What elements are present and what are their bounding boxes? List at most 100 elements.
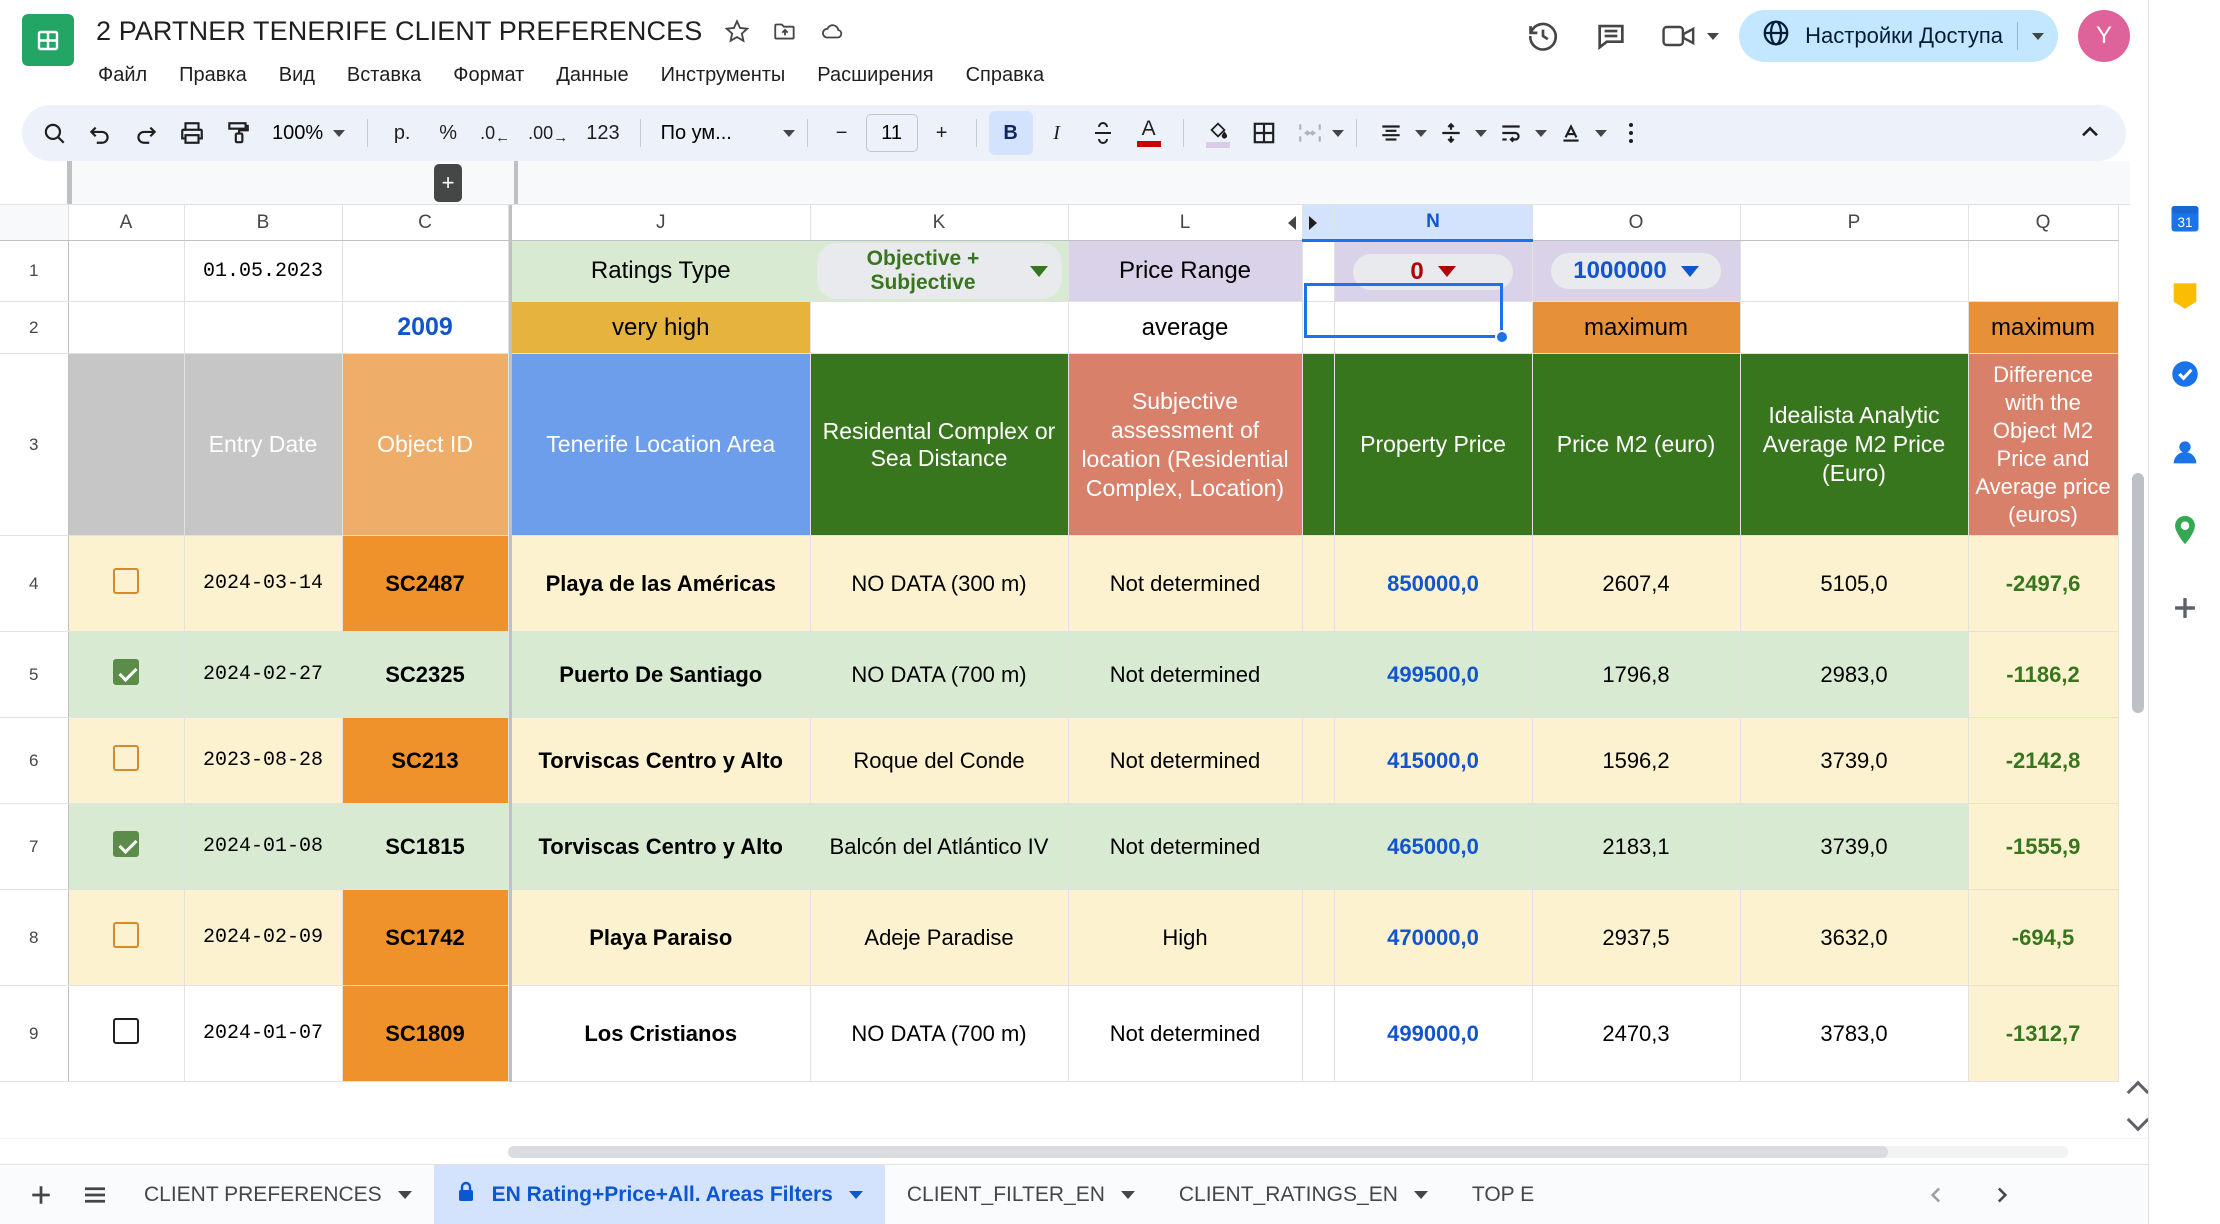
price-min-dropdown[interactable]: 0 bbox=[1353, 253, 1513, 290]
menu-item-data[interactable]: Данные bbox=[554, 62, 630, 89]
text-rotation-icon[interactable] bbox=[1549, 111, 1593, 155]
select-all-corner[interactable] bbox=[0, 205, 69, 241]
move-to-folder-icon[interactable] bbox=[772, 18, 798, 44]
row-number-3[interactable]: 3 bbox=[0, 353, 69, 536]
cell-hidden-m[interactable] bbox=[1302, 889, 1335, 986]
decrease-decimal-button[interactable]: .0 ← bbox=[472, 111, 518, 155]
print-icon[interactable] bbox=[170, 111, 214, 155]
all-sheets-icon[interactable] bbox=[68, 1168, 122, 1222]
sheet-row-2[interactable]: 2 2009 very high average maximum maximum bbox=[0, 301, 2119, 354]
col-header-b[interactable]: B bbox=[184, 205, 343, 241]
sheet-tabs[interactable]: CLIENT PREFERENCES EN Rating+Price+All. A… bbox=[122, 1164, 1556, 1224]
chevron-down-icon[interactable] bbox=[782, 129, 795, 137]
cell-difference[interactable]: -1555,9 bbox=[1968, 803, 2119, 890]
contacts-icon[interactable] bbox=[2163, 430, 2207, 474]
cell-location-area[interactable]: Torviscas Centro y Alto bbox=[512, 717, 811, 804]
cell-entry-date[interactable]: 2024-01-07 bbox=[184, 985, 343, 1082]
chevron-down-icon[interactable] bbox=[2032, 32, 2044, 40]
chevron-down-icon[interactable] bbox=[1680, 265, 1699, 277]
scroll-down-arrow-icon[interactable] bbox=[2126, 1108, 2148, 1132]
chevron-down-icon[interactable] bbox=[333, 129, 346, 137]
menu-item-tools[interactable]: Инструменты bbox=[659, 62, 788, 89]
avatar[interactable]: Y bbox=[2078, 10, 2130, 62]
increase-font-size-button[interactable]: + bbox=[920, 111, 964, 155]
add-apps-icon[interactable] bbox=[2163, 586, 2207, 630]
percent-format-button[interactable]: % bbox=[426, 111, 470, 155]
cell-hidden-m[interactable] bbox=[1302, 803, 1335, 890]
cell-idealista-avg[interactable]: 5105,0 bbox=[1740, 535, 1969, 632]
cell-checkbox[interactable] bbox=[68, 631, 185, 718]
header-residental-complex[interactable]: Residental Complex or Sea Distance bbox=[810, 353, 1069, 536]
cell-entry-date[interactable]: 2024-03-14 bbox=[184, 535, 343, 632]
row-number-2[interactable]: 2 bbox=[0, 301, 69, 354]
col-header-j[interactable]: J bbox=[512, 205, 811, 241]
chevron-down-icon[interactable] bbox=[848, 1190, 863, 1199]
font-size-input[interactable]: 11 bbox=[865, 114, 918, 152]
cell-checkbox[interactable] bbox=[68, 985, 185, 1082]
cell-checkbox[interactable] bbox=[68, 717, 185, 804]
cell-checkbox[interactable] bbox=[68, 535, 185, 632]
cell-object-id[interactable]: SC2487 bbox=[342, 535, 509, 632]
vertical-scroll-thumb[interactable] bbox=[2132, 473, 2144, 713]
cell-residental-complex[interactable]: NO DATA (700 m) bbox=[810, 631, 1069, 718]
tasks-icon[interactable] bbox=[2163, 352, 2207, 396]
cell-property-price[interactable]: 850000,0 bbox=[1334, 535, 1533, 632]
keep-icon[interactable] bbox=[2163, 274, 2207, 318]
cloud-saved-icon[interactable] bbox=[820, 18, 846, 44]
cell-idealista-avg[interactable]: 3739,0 bbox=[1740, 803, 1969, 890]
cell-idealista-avg[interactable]: 2983,0 bbox=[1740, 631, 1969, 718]
strikethrough-icon[interactable] bbox=[1081, 111, 1125, 155]
cell-hidden-m[interactable] bbox=[1302, 631, 1335, 718]
vertical-align-icon[interactable] bbox=[1429, 111, 1473, 155]
cell-price-m2[interactable]: 2183,1 bbox=[1532, 803, 1741, 890]
horizontal-align-icon[interactable] bbox=[1369, 111, 1413, 155]
cell-object-id[interactable]: SC213 bbox=[342, 717, 509, 804]
cell-residental-complex[interactable]: NO DATA (300 m) bbox=[810, 535, 1069, 632]
cell-object-id[interactable]: SC2325 bbox=[342, 631, 509, 718]
cell-hidden-m[interactable] bbox=[1302, 535, 1335, 632]
cell-property-price[interactable]: 465000,0 bbox=[1334, 803, 1533, 890]
zoom-control[interactable]: 100% bbox=[262, 122, 355, 145]
cell-entry-date[interactable]: 2024-01-08 bbox=[184, 803, 343, 890]
maps-icon[interactable] bbox=[2163, 508, 2207, 552]
cell-c2-year[interactable]: 2009 bbox=[342, 301, 509, 354]
vertical-scrollbar[interactable] bbox=[2126, 161, 2148, 1164]
calendar-icon[interactable]: 31 bbox=[2163, 196, 2207, 240]
chevron-down-icon[interactable] bbox=[1029, 265, 1048, 277]
menu-item-view[interactable]: Вид bbox=[277, 62, 317, 89]
menu-item-extensions[interactable]: Расширения bbox=[815, 62, 935, 89]
collapse-left-icon[interactable] bbox=[1287, 216, 1296, 230]
cell-subjective-assessment[interactable]: High bbox=[1068, 889, 1303, 986]
row-number-9[interactable]: 9 bbox=[0, 985, 69, 1082]
page-title[interactable]: 2 PARTNER TENERIFE CLIENT PREFERENCES bbox=[96, 16, 702, 47]
price-max-dropdown[interactable]: 1000000 bbox=[1551, 253, 1721, 289]
sheet-tab-1[interactable]: EN Rating+Price+All. Areas Filters bbox=[433, 1164, 885, 1224]
header-entry-date[interactable]: Entry Date bbox=[184, 353, 343, 536]
cell-k1-rating-filter[interactable]: Objective + Subjective bbox=[810, 240, 1069, 302]
cell-price-m2[interactable]: 2937,5 bbox=[1532, 889, 1741, 986]
expand-right-icon[interactable] bbox=[1308, 216, 1317, 230]
cell-q2-maximum[interactable]: maximum bbox=[1968, 301, 2119, 354]
selection-fill-handle[interactable] bbox=[1495, 330, 1509, 344]
menu-item-file[interactable]: Файл bbox=[96, 62, 149, 89]
cell-q1[interactable] bbox=[1968, 240, 2119, 302]
table-row[interactable]: 6 2023-08-28 SC213 Torviscas Centro y Alto R… bbox=[0, 717, 2119, 804]
cell-o1-price-max[interactable]: 1000000 bbox=[1532, 240, 1741, 302]
cell-p2[interactable] bbox=[1740, 301, 1969, 354]
cell-residental-complex[interactable]: Roque del Conde bbox=[810, 717, 1069, 804]
cell-hidden-m2[interactable] bbox=[1302, 301, 1335, 354]
col-header-a[interactable]: A bbox=[68, 205, 185, 241]
cell-subjective-assessment[interactable]: Not determined bbox=[1068, 803, 1303, 890]
merge-cells-icon[interactable] bbox=[1288, 111, 1332, 155]
table-row[interactable]: 7 2024-01-08 SC1815 Torviscas Centro y Alto… bbox=[0, 803, 2119, 890]
cell-location-area[interactable]: Torviscas Centro y Alto bbox=[512, 803, 811, 890]
horizontal-scrollbar[interactable] bbox=[0, 1138, 2148, 1164]
increase-decimal-button[interactable]: .00 → bbox=[520, 111, 576, 155]
cell-hidden-m[interactable] bbox=[1302, 717, 1335, 804]
sheet-row-3-headers[interactable]: 3 Entry Date Object ID Tenerife Location… bbox=[0, 353, 2119, 536]
cell-object-id[interactable]: SC1809 bbox=[342, 985, 509, 1082]
header-subjective-assessment[interactable]: Subjective assessment of location (Resid… bbox=[1068, 353, 1303, 536]
cell-idealista-avg[interactable]: 3783,0 bbox=[1740, 985, 1969, 1082]
table-row[interactable]: 5 2024-02-27 SC2325 Puerto De Santiago NO DA… bbox=[0, 631, 2119, 718]
cell-difference[interactable]: -1186,2 bbox=[1968, 631, 2119, 718]
